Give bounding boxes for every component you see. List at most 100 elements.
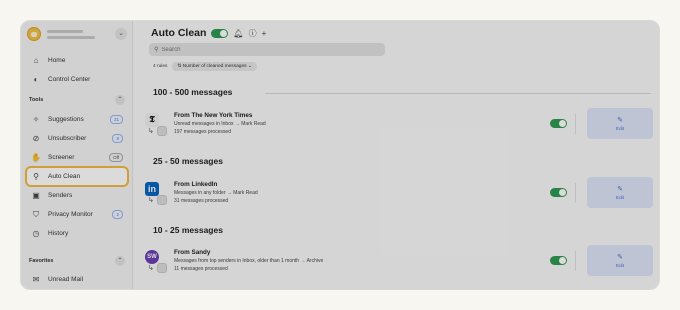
sidebar-item-label: Privacy Monitor	[48, 211, 93, 218]
divider	[575, 114, 576, 134]
rule-count: 31 messages processed	[174, 198, 229, 204]
inbox-icon	[157, 126, 167, 136]
divider	[265, 93, 651, 94]
account-switcher[interactable]: ⌄	[27, 25, 127, 43]
count-badge: 2	[112, 210, 123, 219]
account-name-placeholder	[47, 29, 95, 39]
sidebar-item-label: Home	[48, 57, 66, 64]
sidebar-item-label: Auto Clean	[48, 173, 81, 180]
sidebar-item-home[interactable]: ⌂ Home	[27, 52, 127, 69]
search-input[interactable]	[161, 46, 362, 53]
help-icon[interactable]: ⓘ	[249, 28, 257, 39]
calendar-icon	[157, 263, 167, 273]
sparkle-icon: ✧	[32, 115, 40, 124]
chevron-up-icon[interactable]: ⌃	[115, 256, 125, 266]
sender-avatar: SW	[145, 250, 159, 264]
folder-icon	[157, 195, 167, 205]
mail-icon: ✉	[32, 275, 40, 284]
section-favorites-label: Favorites	[29, 258, 54, 264]
chevron-down-icon[interactable]: ⌄	[115, 28, 127, 40]
header: Auto Clean 🔔︎ ⓘ +	[151, 27, 266, 39]
rule-title: From Sandy	[174, 249, 211, 256]
divider	[575, 183, 576, 203]
rule-title: From The New York Times	[174, 112, 253, 119]
rule-toggle[interactable]	[550, 188, 567, 197]
rule-count: 4 rules	[153, 64, 168, 69]
sort-label: Number of cleaned messages	[182, 64, 247, 69]
sidebar-item-suggestions[interactable]: ✧ Suggestions 31	[27, 111, 127, 128]
rule-description: Unread messages in Inbox → Mark Read	[174, 121, 266, 127]
rule-row[interactable]: 𝕿 ↳ From The New York Times Unread messa…	[145, 108, 655, 146]
nyt-logo-icon: 𝕿	[145, 113, 159, 127]
group-heading: 10 - 25 messages	[153, 225, 223, 235]
rule-row[interactable]: in ↳ From LinkedIn Messages in any folde…	[145, 177, 655, 215]
sidebar-item-history[interactable]: ◷ History	[27, 225, 127, 242]
hand-icon: ✋	[31, 153, 41, 162]
unsubscribe-icon: ⊘	[32, 134, 40, 143]
shield-icon: ⛉	[33, 209, 39, 219]
sidebar-item-label: Unread Mail	[48, 276, 84, 283]
clock-icon: ◷	[32, 229, 40, 238]
edit-label: Edit	[616, 126, 624, 131]
auto-clean-toggle[interactable]	[211, 28, 229, 38]
broom-icon: ⚲	[33, 172, 39, 181]
sidebar-item-label: Screener	[48, 154, 75, 161]
section-tools-label: Tools	[29, 97, 44, 103]
sidebar-item-label: Senders	[48, 192, 73, 199]
redirect-arrow-icon: ↳	[148, 265, 154, 272]
sidebar-item-privacy-monitor[interactable]: ⛉ Privacy Monitor 2	[27, 206, 127, 223]
rule-description: Messages in any folder → Mark Read	[174, 190, 258, 196]
sidebar-item-screener[interactable]: ✋ Screener Off	[27, 149, 127, 166]
redirect-arrow-icon: ↳	[148, 197, 154, 204]
home-icon: ⌂	[33, 56, 39, 65]
sidebar-item-unsubscriber[interactable]: ⊘ Unsubscriber 8	[27, 130, 127, 147]
edit-icon: ✎	[617, 186, 623, 193]
rule-toggle[interactable]	[550, 256, 567, 265]
sidebar-item-label: Control Center	[48, 76, 91, 83]
rule-count: 11 messages processed	[174, 266, 228, 272]
page-title: Auto Clean	[151, 27, 207, 39]
contact-icon: ▣	[32, 191, 40, 200]
sidebar-item-unread-mail[interactable]: ✉ Unread Mail	[27, 271, 127, 288]
sidebar-item-control-center[interactable]: ◐ Control Center	[27, 71, 127, 88]
edit-icon: ✎	[617, 254, 623, 261]
group-heading: 100 - 500 messages	[153, 87, 233, 97]
account-avatar	[27, 27, 41, 41]
edit-button[interactable]: ✎ Edit	[587, 177, 653, 208]
edit-label: Edit	[616, 263, 624, 268]
chevron-up-icon[interactable]: ⌃	[115, 95, 125, 105]
toggle-icon: ◐	[33, 75, 39, 84]
main-content: Auto Clean 🔔︎ ⓘ + ⚲ 4 rules ⇅ Number of …	[133, 21, 659, 289]
count-badge: 8	[112, 134, 123, 143]
bell-icon[interactable]: 🔔︎	[233, 29, 243, 38]
sidebar-item-auto-clean[interactable]: ⚲ Auto Clean	[27, 168, 127, 185]
redirect-arrow-icon: ↳	[148, 128, 154, 135]
sidebar: ⌄ ⌂ Home ◐ Control Center Tools ⌃ ✧ Sugg…	[21, 21, 133, 289]
divider	[575, 251, 576, 271]
edit-label: Edit	[616, 195, 624, 200]
sidebar-item-senders[interactable]: ▣ Senders	[27, 187, 127, 204]
sidebar-item-label: Unsubscriber	[48, 135, 87, 142]
search-bar[interactable]: ⚲	[149, 43, 385, 56]
rule-count: 197 messages processed	[174, 129, 231, 135]
chevron-down-icon: ⌄	[247, 64, 252, 69]
edit-button[interactable]: ✎ Edit	[587, 245, 653, 276]
sort-icon: ⇅	[177, 64, 182, 69]
rule-title: From LinkedIn	[174, 181, 218, 188]
sidebar-item-label: Suggestions	[48, 116, 84, 123]
rule-description: Messages from top senders in Inbox, olde…	[174, 258, 324, 264]
rule-row[interactable]: SW ↳ From Sandy Messages from top sender…	[145, 245, 655, 283]
rule-toggle[interactable]	[550, 119, 567, 128]
sort-dropdown[interactable]: ⇅ Number of cleaned messages ⌄	[172, 62, 257, 71]
filter-bar: 4 rules ⇅ Number of cleaned messages ⌄	[153, 62, 257, 71]
search-icon: ⚲	[154, 47, 159, 53]
edit-button[interactable]: ✎ Edit	[587, 108, 653, 139]
status-badge: Off	[109, 153, 123, 162]
sidebar-item-label: History	[48, 230, 69, 237]
group-heading: 25 - 50 messages	[153, 156, 223, 166]
count-badge: 31	[109, 115, 123, 124]
linkedin-logo-icon: in	[145, 182, 159, 196]
app-window: ⌄ ⌂ Home ◐ Control Center Tools ⌃ ✧ Sugg…	[20, 20, 660, 290]
add-icon[interactable]: +	[262, 29, 267, 38]
edit-icon: ✎	[617, 117, 623, 124]
